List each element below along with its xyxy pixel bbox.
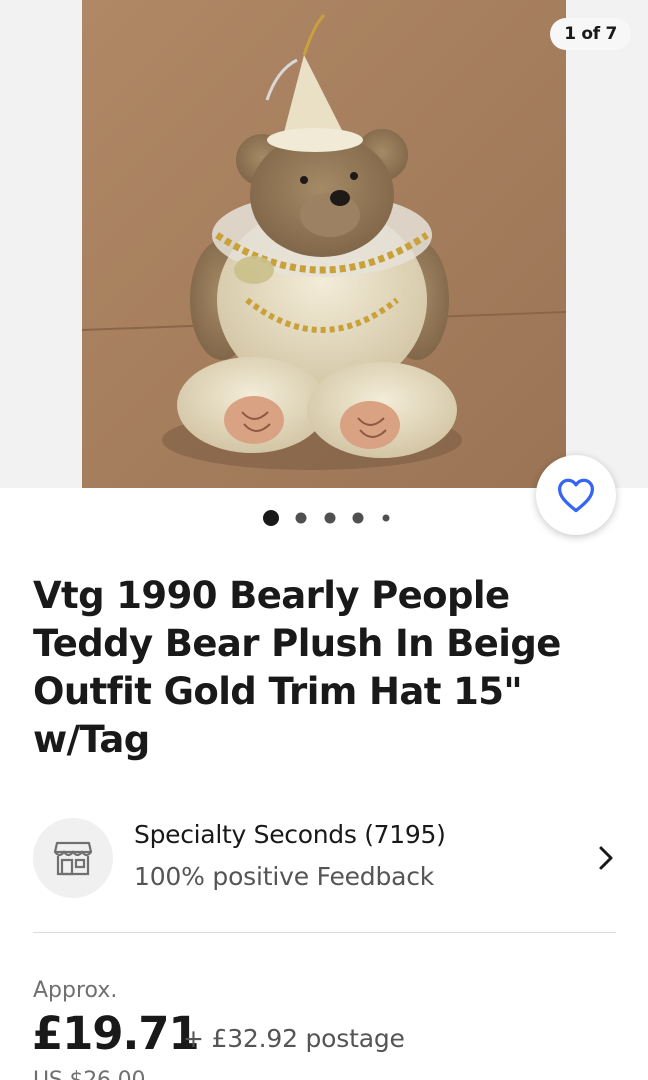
pagination-dot[interactable] [382, 514, 390, 522]
section-divider [33, 932, 616, 933]
pagination-dot[interactable] [324, 512, 336, 524]
seller-name[interactable]: Specialty Seconds (7195) [134, 820, 446, 849]
item-price: £19.71 [32, 1007, 200, 1060]
chevron-right-icon[interactable] [592, 844, 620, 872]
pagination-dot-active[interactable] [263, 510, 279, 526]
gallery-pagination-dots[interactable] [0, 508, 648, 528]
approx-label: Approx. [33, 978, 118, 1003]
store-icon [53, 841, 93, 876]
postage-cost: + £32.92 postage [183, 1024, 405, 1053]
seller-avatar [33, 818, 113, 898]
listing-title: Vtg 1990 Bearly People Teddy Bear Plush … [33, 574, 561, 761]
seller-info-row[interactable]: Specialty Seconds (7195) 100% positive F… [0, 812, 648, 908]
pagination-dot[interactable] [295, 512, 307, 524]
pagination-dot[interactable] [352, 512, 364, 524]
product-photo[interactable] [82, 0, 566, 488]
item-page: 1 of 7 Vtg 1990 Bearly People Teddy Bear… [0, 0, 648, 1080]
us-price: US $26.00 [33, 1068, 145, 1080]
teddy-bear-photo [82, 0, 566, 488]
seller-feedback: 100% positive Feedback [134, 862, 435, 891]
image-counter-badge: 1 of 7 [550, 18, 631, 50]
image-gallery[interactable]: 1 of 7 [0, 0, 648, 488]
